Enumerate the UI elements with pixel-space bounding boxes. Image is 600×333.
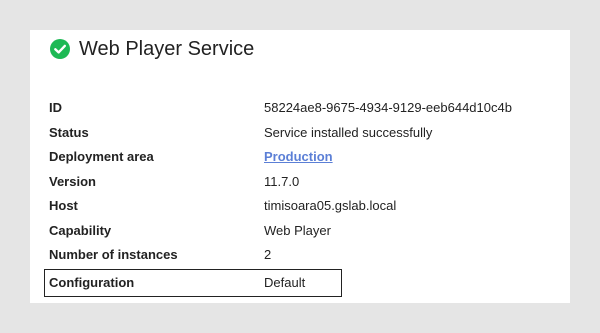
detail-value-id: 58224ae8-9675-4934-9129-eeb644d10c4b (264, 100, 512, 116)
detail-label-instances: Number of instances (49, 247, 178, 263)
deployment-area-link[interactable]: Production (264, 149, 333, 165)
detail-label-capability: Capability (49, 222, 112, 238)
detail-label-deployment-area: Deployment area (49, 149, 154, 165)
detail-row-id: ID 58224ae8-9675-4934-9129-eeb644d10c4b (44, 96, 544, 121)
detail-row-capability: Capability Web Player (44, 219, 544, 244)
detail-row-configuration: Configuration Default (44, 268, 342, 297)
detail-value-host: timisoara05.gslab.local (264, 198, 397, 214)
detail-row-status: Status Service installed successfully (44, 121, 544, 146)
service-details-card: Web Player Service ID 58224ae8-9675-4934… (30, 30, 570, 303)
detail-label-host: Host (49, 198, 78, 214)
detail-value-version: 11.7.0 (264, 173, 300, 189)
detail-label-status: Status (49, 124, 89, 140)
detail-value-configuration: Default (264, 274, 306, 290)
detail-row-host: Host timisoara05.gslab.local (44, 194, 544, 219)
detail-value-status: Service installed successfully (264, 124, 433, 140)
details-list: ID 58224ae8-9675-4934-9129-eeb644d10c4b … (44, 96, 544, 297)
service-header: Web Player Service (50, 38, 254, 60)
detail-label-id: ID (49, 100, 62, 116)
detail-label-configuration: Configuration (49, 274, 135, 290)
detail-row-deployment-area: Deployment area Production (44, 145, 544, 170)
detail-value-instances: 2 (264, 247, 272, 263)
detail-row-instances: Number of instances 2 (44, 243, 544, 268)
detail-row-version: Version 11.7.0 (44, 170, 544, 195)
detail-label-version: Version (49, 173, 96, 189)
check-circle-icon (50, 39, 70, 59)
page-title: Web Player Service (79, 38, 255, 60)
detail-value-capability: Web Player (264, 222, 331, 238)
